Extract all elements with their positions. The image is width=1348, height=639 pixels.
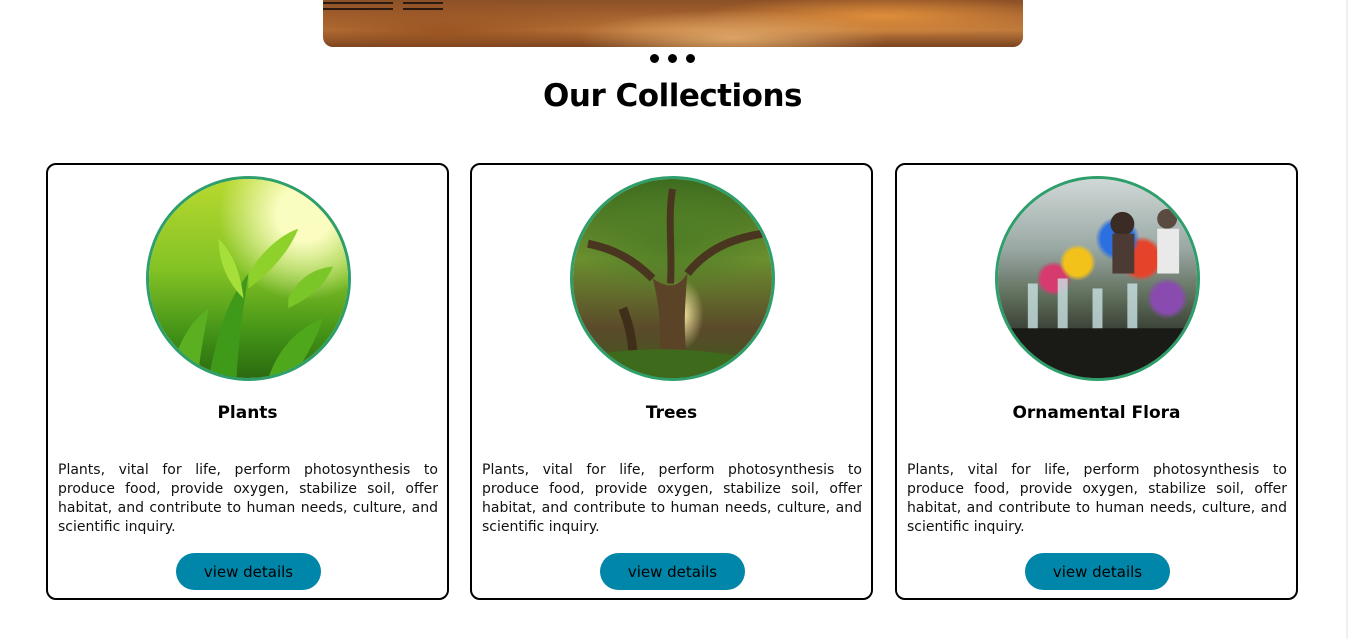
view-details-button[interactable]: view details xyxy=(600,553,745,590)
slider-dots xyxy=(650,54,695,63)
park-path xyxy=(523,0,943,47)
view-details-button[interactable]: view details xyxy=(176,553,321,590)
bench-left-2 xyxy=(403,2,443,10)
page: Our Collections Plants Plants, vital for… xyxy=(0,0,1348,639)
collection-card-trees: Trees Plants, vital for life, perform ph… xyxy=(470,163,873,600)
card-description: Plants, vital for life, perform photosyn… xyxy=(482,462,862,535)
slider-dot-3[interactable] xyxy=(686,54,695,63)
ornamental-flora-image xyxy=(995,176,1200,381)
card-title: Plants xyxy=(217,403,278,423)
slider-dot-2[interactable] xyxy=(668,54,677,63)
card-title: Trees xyxy=(645,403,698,423)
hero-slide-image xyxy=(323,0,1023,47)
bench-left xyxy=(323,2,393,10)
section-title: Our Collections xyxy=(543,78,802,114)
fence-right xyxy=(923,0,1023,4)
card-title: Ornamental Flora xyxy=(1012,403,1181,423)
plants-leaves-icon xyxy=(149,179,348,378)
slider-dot-1[interactable] xyxy=(650,54,659,63)
plants-image xyxy=(146,176,351,381)
flower-market-icon xyxy=(998,179,1197,378)
collection-card-plants: Plants Plants, vital for life, perform p… xyxy=(46,163,449,600)
card-description: Plants, vital for life, perform photosyn… xyxy=(58,462,438,535)
trees-image xyxy=(570,176,775,381)
collection-card-ornamental-flora: Ornamental Flora Plants, vital for life,… xyxy=(895,163,1298,600)
view-details-button[interactable]: view details xyxy=(1025,553,1170,590)
card-description: Plants, vital for life, perform photosyn… xyxy=(907,462,1287,535)
large-tree-icon xyxy=(573,179,772,378)
